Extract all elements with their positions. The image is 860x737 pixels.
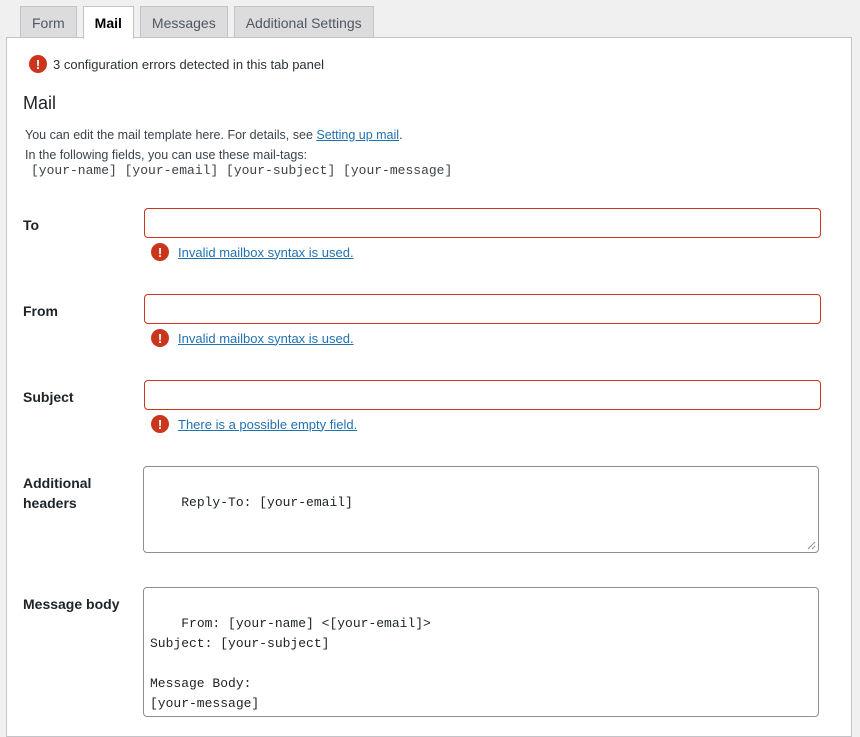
error-icon: ! xyxy=(151,329,169,347)
resize-grip-icon[interactable] xyxy=(807,541,816,550)
tab-additional-settings[interactable]: Additional Settings xyxy=(233,6,374,38)
to-input[interactable] xyxy=(144,208,821,238)
subject-input[interactable] xyxy=(144,380,821,410)
to-error-link[interactable]: Invalid mailbox syntax is used. xyxy=(178,245,354,260)
from-input[interactable] xyxy=(144,294,821,324)
mail-tab-panel: ! 3 configuration errors detected in thi… xyxy=(6,37,852,737)
tab-form[interactable]: Form xyxy=(20,6,77,38)
message-body-label: Message body xyxy=(23,596,120,612)
mail-tags-list: [your-name] [your-email] [your-subject] … xyxy=(31,163,453,178)
setting-up-mail-link[interactable]: Setting up mail xyxy=(316,128,399,142)
config-error-summary: ! 3 configuration errors detected in thi… xyxy=(29,55,324,73)
tab-mail[interactable]: Mail xyxy=(82,6,134,39)
subject-label: Subject xyxy=(23,389,74,405)
error-icon: ! xyxy=(151,243,169,261)
additional-headers-label-line2: headers xyxy=(23,495,77,511)
desc-prefix: You can edit the mail template here. For… xyxy=(25,128,317,142)
subject-error-link[interactable]: There is a possible empty field. xyxy=(178,417,357,432)
section-description: You can edit the mail template here. For… xyxy=(25,125,403,165)
subject-error: ! There is a possible empty field. xyxy=(151,415,357,433)
additional-headers-label-line1: Additional xyxy=(23,475,92,491)
error-icon: ! xyxy=(29,55,47,73)
additional-headers-value: Reply-To: [your-email] xyxy=(181,495,353,510)
config-error-summary-text: 3 configuration errors detected in this … xyxy=(53,56,325,72)
additional-headers-label: Additional headers xyxy=(23,473,91,513)
from-error-link[interactable]: Invalid mailbox syntax is used. xyxy=(178,331,354,346)
tab-bar: Form Mail Messages Additional Settings xyxy=(20,6,380,39)
to-label: To xyxy=(23,217,40,233)
desc-suffix: . xyxy=(399,128,403,142)
error-icon: ! xyxy=(151,415,169,433)
to-error: ! Invalid mailbox syntax is used. xyxy=(151,243,354,261)
additional-headers-textarea[interactable]: Reply-To: [your-email] xyxy=(143,466,819,553)
message-body-value: From: [your-name] <[your-email]> Subject… xyxy=(150,616,431,711)
tab-messages[interactable]: Messages xyxy=(139,6,228,38)
section-title: Mail xyxy=(23,93,57,113)
desc-line2: In the following fields, you can use the… xyxy=(25,148,308,162)
from-error: ! Invalid mailbox syntax is used. xyxy=(151,329,354,347)
from-label: From xyxy=(23,303,58,319)
